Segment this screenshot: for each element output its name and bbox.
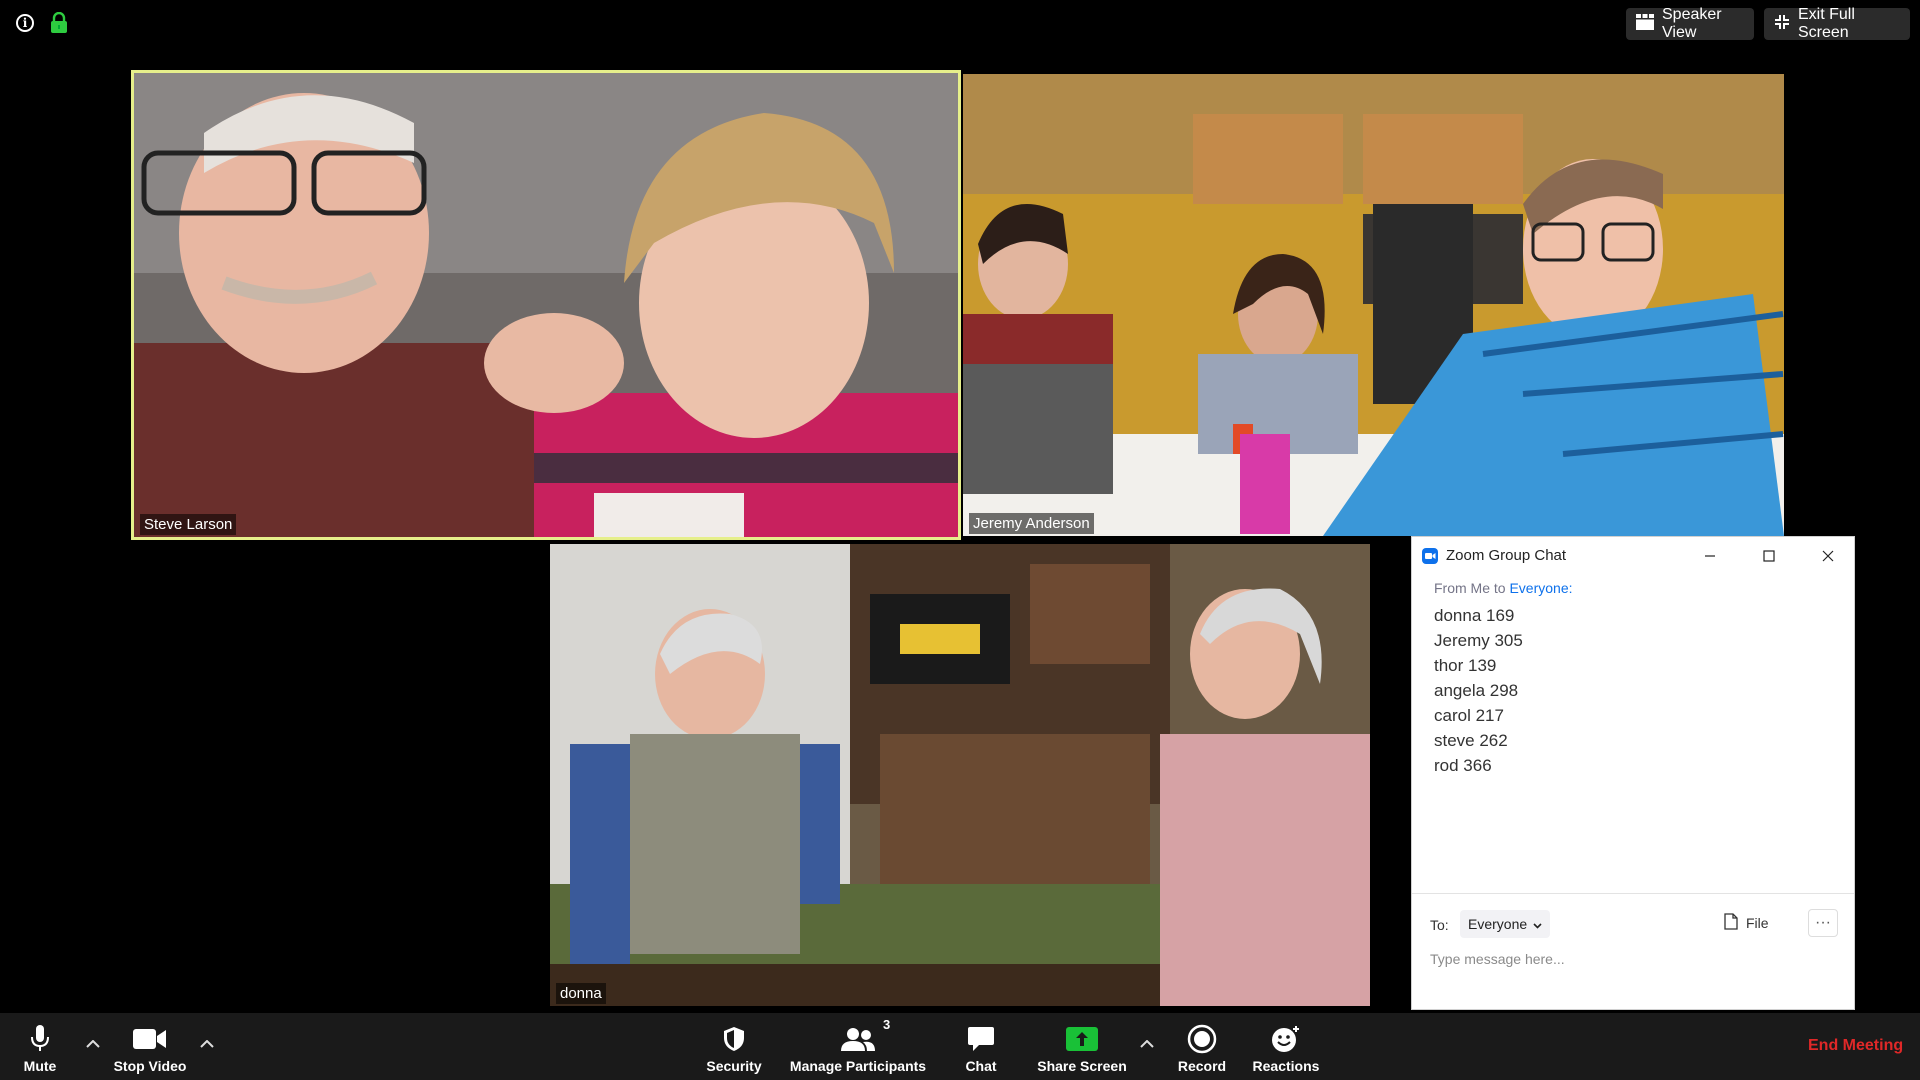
participant-name-label: donna [556, 983, 606, 1004]
record-icon [1187, 1021, 1217, 1057]
video-options-chevron-icon[interactable] [200, 1035, 214, 1051]
microphone-icon [31, 1021, 49, 1057]
zoom-chat-icon [1422, 548, 1438, 569]
minimize-icon[interactable] [1699, 545, 1721, 567]
exit-full-screen-button[interactable]: Exit Full Screen [1764, 6, 1910, 41]
chat-message: carol 217 [1434, 706, 1504, 725]
share-screen-icon [1066, 1021, 1098, 1057]
chat-message: donna 169 [1434, 606, 1515, 625]
speaker-view-button[interactable]: Speaker View [1626, 6, 1754, 41]
meeting-toolbar: Mute Stop Video Security 3 Manage Partic… [0, 1013, 1920, 1080]
smiley-plus-icon [1271, 1021, 1301, 1057]
record-button[interactable]: Record [1172, 1013, 1232, 1080]
participant-count: 3 [883, 1017, 891, 1032]
participant-name-label: Steve Larson [140, 514, 237, 535]
send-file-button[interactable]: File [1724, 913, 1769, 933]
video-feed [550, 544, 1370, 1006]
more-options-button[interactable]: ··· [1808, 909, 1838, 937]
video-feed [134, 73, 958, 537]
meeting-info-icon[interactable]: i [16, 14, 34, 32]
share-options-chevron-icon[interactable] [1140, 1035, 1154, 1051]
chat-message: steve 262 [1434, 731, 1508, 750]
chevron-down-icon [1533, 916, 1542, 932]
share-screen-button[interactable]: Share Screen [1032, 1013, 1132, 1080]
chat-sender-line: From Me to Everyone: [1434, 580, 1573, 596]
chat-from-prefix: From Me to [1434, 580, 1510, 596]
speaker-view-label: Speaker View [1662, 6, 1722, 41]
file-label: File [1746, 915, 1769, 931]
manage-participants-label: Manage Participants [789, 1058, 927, 1074]
exit-full-screen-label: Exit Full Screen [1798, 6, 1855, 41]
audio-options-chevron-icon[interactable] [86, 1035, 100, 1051]
share-screen-label: Share Screen [1037, 1058, 1127, 1074]
video-camera-icon [133, 1021, 167, 1057]
chat-button[interactable]: Chat [956, 1013, 1006, 1080]
chat-label: Chat [965, 1058, 997, 1074]
end-meeting-button[interactable]: End Meeting [1808, 1037, 1903, 1055]
participant-name-label: Jeremy Anderson [969, 513, 1094, 534]
manage-participants-button[interactable]: 3 Manage Participants [788, 1013, 928, 1080]
exit-full-screen-icon [1774, 14, 1790, 35]
shield-icon [723, 1021, 745, 1057]
record-label: Record [1177, 1058, 1227, 1074]
video-tile-steve-larson[interactable]: Steve Larson [131, 70, 961, 540]
stop-video-label: Stop Video [113, 1058, 187, 1074]
encryption-lock-icon[interactable] [50, 11, 68, 34]
chat-message: rod 366 [1434, 756, 1492, 775]
speaker-view-icon [1636, 13, 1654, 35]
chat-bubble-icon [967, 1021, 995, 1057]
chat-message: thor 139 [1434, 656, 1497, 675]
chat-message: Jeremy 305 [1434, 631, 1523, 650]
chat-divider [1412, 893, 1854, 894]
chat-message-input[interactable]: Type message here... [1430, 951, 1565, 967]
stop-video-button[interactable]: Stop Video [110, 1013, 190, 1080]
mute-button[interactable]: Mute [14, 1013, 66, 1080]
chat-window-title: Zoom Group Chat [1446, 547, 1567, 564]
chat-message: angela 298 [1434, 681, 1519, 700]
security-label: Security [706, 1058, 762, 1074]
video-feed [963, 74, 1784, 536]
maximize-icon[interactable] [1758, 545, 1780, 567]
ellipsis-icon: ··· [1815, 914, 1831, 931]
reactions-button[interactable]: Reactions [1248, 1013, 1324, 1080]
security-button[interactable]: Security [700, 1013, 768, 1080]
chat-recipient-value: Everyone [1468, 916, 1528, 932]
video-tile-donna[interactable]: donna [550, 544, 1370, 1006]
file-icon [1724, 913, 1738, 933]
chat-message-list: donna 169 Jeremy 305 thor 139 angela 298… [1434, 603, 1523, 778]
video-tile-jeremy-anderson[interactable]: Jeremy Anderson [963, 74, 1784, 536]
chat-to-label: To: [1430, 917, 1449, 933]
chat-recipient-link[interactable]: Everyone [1509, 580, 1568, 596]
reactions-label: Reactions [1252, 1058, 1320, 1074]
participants-icon: 3 [841, 1017, 890, 1057]
chat-from-suffix: : [1568, 580, 1573, 596]
chat-recipient-dropdown[interactable]: Everyone [1460, 910, 1551, 938]
mute-label: Mute [23, 1058, 57, 1074]
close-icon[interactable] [1817, 545, 1839, 567]
group-chat-panel: Zoom Group Chat From Me to Everyone: don… [1411, 536, 1855, 1010]
